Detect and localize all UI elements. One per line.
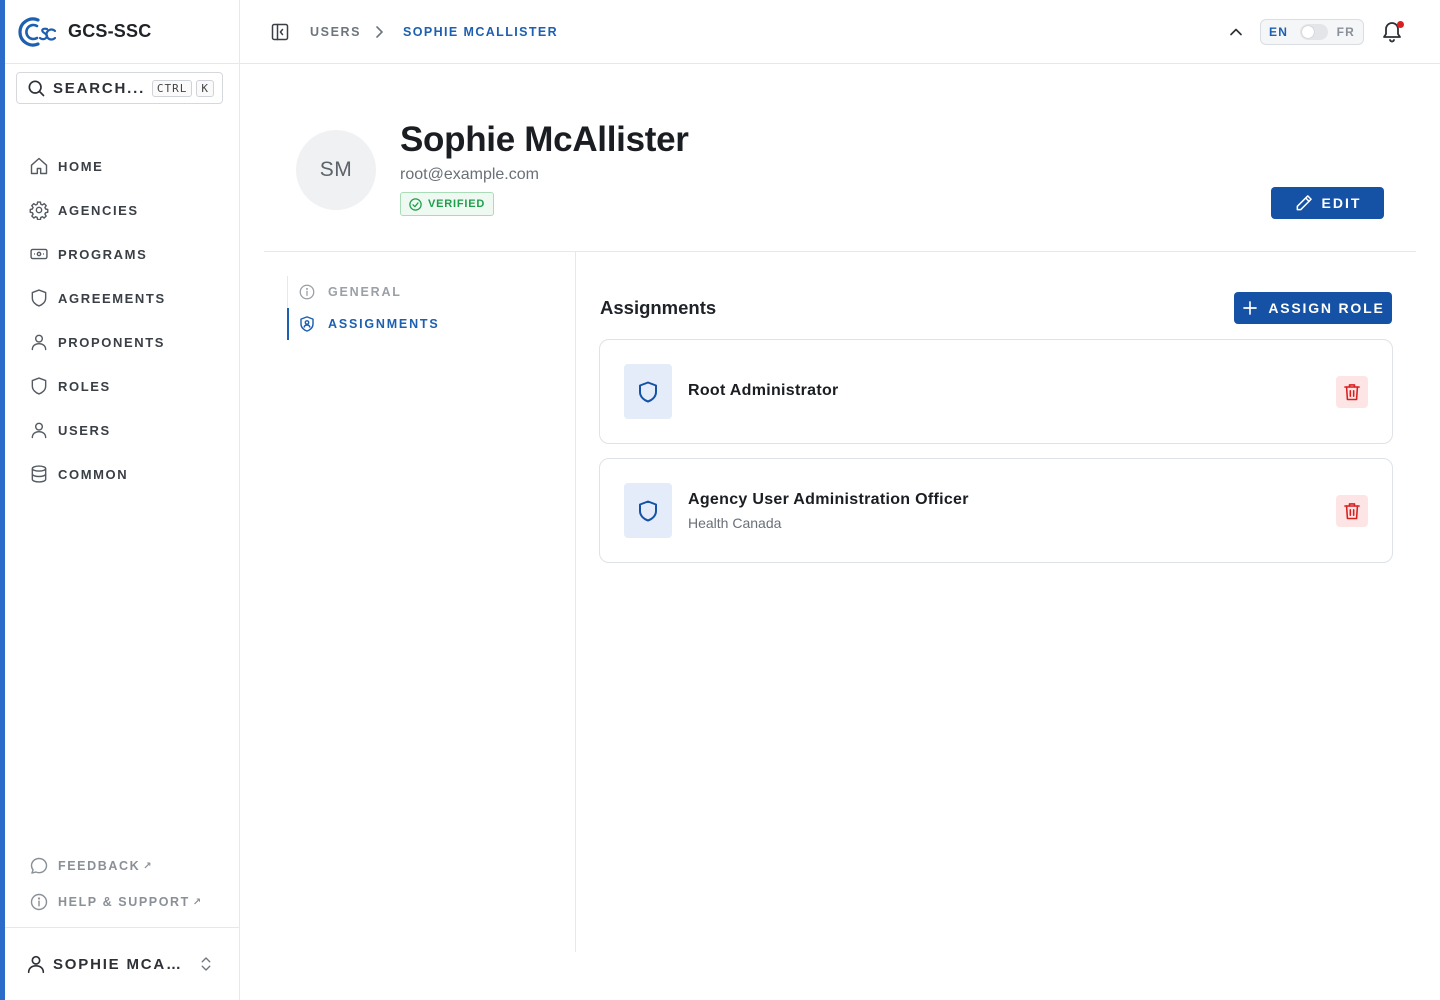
delete-role-button[interactable] [1336, 495, 1368, 527]
header-divider [264, 251, 1416, 252]
user-email: root@example.com [400, 166, 539, 183]
nav-item-proponents[interactable]: PROPONENTS [29, 320, 229, 364]
notifications-button[interactable] [1380, 20, 1404, 44]
nav-item-users[interactable]: USERS [29, 408, 229, 452]
user-icon [31, 334, 47, 351]
search-icon [28, 80, 45, 97]
user-icon [27, 955, 45, 974]
home-icon [30, 157, 48, 175]
language-toggle[interactable]: EN FR [1260, 19, 1364, 45]
assign-role-label: ASSIGN ROLE [1268, 300, 1385, 316]
column-divider [575, 252, 576, 952]
status-badge-label: VERIFIED [428, 198, 486, 210]
breadcrumb-users-link[interactable]: USERS [310, 25, 361, 39]
help-support-link[interactable]: HELP & SUPPORT ↗ [29, 884, 229, 920]
info-icon [30, 893, 48, 911]
top-bar: USERS SOPHIE MCALLISTER EN FR [240, 0, 1440, 64]
shield-icon [31, 289, 47, 307]
nav-item-programs[interactable]: PROGRAMS [29, 232, 229, 276]
profile-subnav: GENERAL ASSIGNMENTS [287, 276, 547, 340]
role-card: Agency User Administration Officer Healt… [599, 458, 1393, 563]
nav-item-home[interactable]: HOME [29, 144, 229, 188]
pencil-icon [1296, 195, 1312, 211]
database-icon [31, 465, 47, 483]
language-switch[interactable] [1300, 24, 1328, 40]
shield-icon [639, 381, 657, 402]
feedback-label: FEEDBACK [58, 859, 141, 873]
tab-assignments[interactable]: ASSIGNMENTS [287, 308, 547, 340]
user-icon [31, 422, 47, 439]
app-name: GCS-SSC [68, 21, 152, 41]
trash-icon [1344, 503, 1360, 520]
chevron-up-icon[interactable] [1226, 22, 1246, 42]
user-menu-button[interactable]: SOPHIE MCALLISTER [5, 927, 239, 1000]
role-icon-tile [624, 483, 672, 538]
search-label: SEARCH... [53, 79, 146, 97]
lang-fr-label: FR [1336, 25, 1355, 39]
assign-role-button[interactable]: ASSIGN ROLE [1234, 292, 1392, 324]
info-icon [299, 284, 315, 300]
avatar: SM [296, 130, 376, 210]
message-circle-icon [30, 857, 48, 874]
ticket-icon [30, 248, 48, 260]
shortcut-k-key: K [196, 79, 214, 97]
external-link-icon: ↗ [192, 896, 202, 908]
help-support-label: HELP & SUPPORT [58, 895, 190, 909]
page-title: Sophie McAllister [400, 120, 689, 159]
chevron-right-icon [376, 26, 383, 38]
plus-icon [1243, 301, 1258, 315]
chevron-up-down-icon [201, 957, 211, 971]
shield-user-icon [300, 316, 314, 332]
sidebar: GCS-SSC SEARCH... CTRL K HOME AGENCIES P… [5, 0, 240, 1000]
role-agency: Health Canada [688, 515, 782, 531]
sidebar-toggle-icon[interactable] [270, 22, 290, 42]
sidebar-bottom-links: FEEDBACK ↗ HELP & SUPPORT ↗ [29, 848, 229, 920]
assignments-title: Assignments [600, 297, 717, 318]
shield-icon [31, 377, 47, 395]
trash-icon [1344, 384, 1360, 401]
nav-label: USERS [58, 422, 111, 438]
status-badge: VERIFIED [400, 192, 495, 216]
feedback-link[interactable]: FEEDBACK ↗ [29, 848, 229, 884]
search-button[interactable]: SEARCH... CTRL K [16, 72, 223, 104]
notification-dot [1397, 21, 1404, 28]
nav-item-roles[interactable]: ROLES [29, 364, 229, 408]
gear-icon [29, 201, 49, 220]
role-name: Agency User Administration Officer [688, 491, 969, 508]
nav-item-common[interactable]: COMMON [29, 452, 229, 496]
nav-item-agreements[interactable]: AGREEMENTS [29, 276, 229, 320]
nav-label: COMMON [58, 466, 129, 482]
lang-en-label: EN [1269, 25, 1289, 39]
role-card: Root Administrator [599, 339, 1393, 444]
shield-icon [639, 500, 657, 521]
shortcut-ctrl-key: CTRL [151, 79, 193, 97]
role-icon-tile [624, 364, 672, 419]
check-circle-icon [409, 197, 422, 211]
nav-label: PROGRAMS [58, 246, 148, 262]
edit-button-label: EDIT [1321, 195, 1362, 211]
tab-assignments-label: ASSIGNMENTS [328, 317, 440, 331]
delete-role-button[interactable] [1336, 376, 1368, 408]
role-name: Root Administrator [688, 382, 839, 399]
nav-label: PROPONENTS [58, 334, 166, 350]
edit-button[interactable]: EDIT [1271, 187, 1384, 219]
nav-label: AGENCIES [58, 202, 139, 218]
nav-item-agencies[interactable]: AGENCIES [29, 188, 229, 232]
main-nav: HOME AGENCIES PROGRAMS AGREEMENTS PROPON… [29, 144, 229, 496]
tab-general[interactable]: GENERAL [288, 276, 547, 308]
tab-general-label: GENERAL [328, 285, 402, 299]
breadcrumb-current: SOPHIE MCALLISTER [403, 25, 559, 39]
nav-label: ROLES [58, 378, 111, 394]
external-link-icon: ↗ [143, 860, 152, 872]
nav-label: AGREEMENTS [58, 290, 166, 306]
gcs-logo-icon [18, 16, 56, 47]
brand[interactable]: GCS-SSC [5, 0, 239, 64]
nav-label: HOME [58, 158, 104, 174]
current-user-name: SOPHIE MCALLISTER [53, 955, 185, 973]
